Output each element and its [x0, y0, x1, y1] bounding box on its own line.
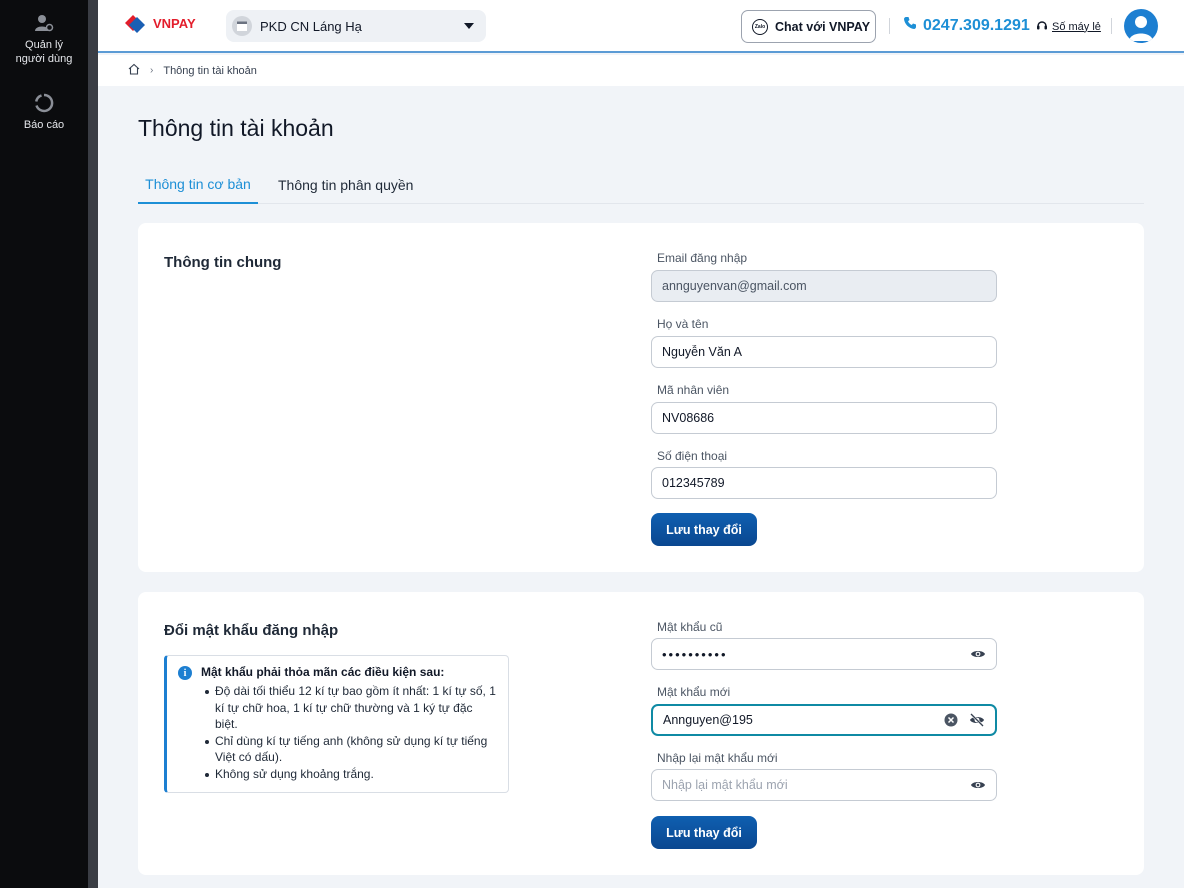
divider — [1111, 18, 1112, 34]
phone-field[interactable]: 012345789 — [651, 467, 997, 499]
hotline-number: 0247.309.1291 — [923, 16, 1030, 34]
chevron-down-icon — [464, 23, 474, 29]
old-password-label: Mật khẩu cũ — [657, 620, 723, 634]
name-field[interactable]: Nguyễn Văn A — [651, 336, 997, 368]
confirm-password-label: Nhập lại mật khẩu mới — [657, 751, 778, 765]
save-password-button[interactable]: Lưu thay đổi — [651, 816, 757, 849]
extension-link[interactable]: Số máy lẻ — [1036, 19, 1101, 34]
confirm-password-field[interactable]: Nhập lại mật khẩu mới — [651, 769, 997, 801]
user-gear-icon — [33, 12, 55, 34]
change-password-title: Đổi mật khẩu đăng nhập — [164, 622, 339, 639]
email-label: Email đăng nhập — [657, 251, 748, 265]
general-info-card: Thông tin chung Email đăng nhập annguyen… — [138, 223, 1144, 572]
sidebar-item-label: Báo cáo — [23, 119, 65, 131]
chat-vnpay-button[interactable]: Zalo Chat với VNPAY — [741, 10, 876, 43]
extension-label: Số máy lẻ — [1052, 20, 1101, 33]
svg-text:VNPAY: VNPAY — [153, 16, 196, 31]
list-item: Không sử dụng khoảng trắng. — [201, 766, 498, 783]
sidebar-item-user-management[interactable]: Quản lý người dùng — [0, 12, 88, 66]
hotline[interactable]: 0247.309.1291 — [903, 16, 1030, 35]
sidebar-divider — [88, 0, 98, 888]
change-password-card: Đổi mật khẩu đăng nhập i Mật khẩu phải t… — [138, 592, 1144, 875]
employee-id-label: Mã nhân viên — [657, 383, 730, 397]
new-password-field[interactable]: Annguyen@195 — [651, 704, 997, 736]
home-icon[interactable] — [128, 63, 140, 78]
sidebar-item-reports[interactable]: Báo cáo — [0, 92, 88, 132]
eye-off-icon[interactable] — [969, 712, 985, 728]
password-rules-list: Độ dài tối thiểu 12 kí tự bao gồm ít nhấ… — [201, 683, 498, 782]
password-rules-box: i Mật khẩu phải thỏa mãn các điều kiện s… — [164, 655, 509, 793]
old-password-field[interactable]: •••••••••• — [651, 638, 997, 670]
phone-label: Số điện thoại — [657, 449, 728, 463]
chevron-right-icon: › — [150, 65, 154, 76]
list-item: Chỉ dùng kí tự tiếng anh (không sử dụng … — [201, 733, 498, 766]
email-field: annguyenvan@gmail.com — [651, 270, 997, 302]
employee-id-field[interactable]: NV08686 — [651, 402, 997, 434]
breadcrumb: › Thông tin tài khoản — [98, 55, 1184, 86]
headset-icon — [1036, 19, 1048, 34]
save-general-button[interactable]: Lưu thay đổi — [651, 513, 757, 546]
eye-icon[interactable] — [970, 646, 986, 662]
tab-bar: Thông tin cơ bản Thông tin phân quyền — [138, 166, 1144, 204]
list-item: Độ dài tối thiểu 12 kí tự bao gồm ít nhấ… — [201, 683, 498, 733]
user-avatar[interactable] — [1124, 9, 1158, 43]
sidebar-item-label: Quản lý người dùng — [15, 39, 73, 65]
page-title: Thông tin tài khoản — [138, 115, 334, 141]
branch-selector[interactable]: PKD CN Láng Hạ — [226, 10, 486, 42]
general-info-title: Thông tin chung — [164, 254, 282, 271]
password-rules-title: Mật khẩu phải thỏa mãn các điều kiện sau… — [201, 665, 445, 679]
tab-permission-info[interactable]: Thông tin phân quyền — [278, 166, 413, 204]
top-bar: VNPAY PKD CN Láng Hạ Zalo Chat với VNPAY… — [98, 0, 1184, 53]
vnpay-logo[interactable]: VNPAY — [122, 11, 208, 39]
clear-icon[interactable] — [943, 712, 959, 728]
tab-basic-info[interactable]: Thông tin cơ bản — [138, 166, 258, 204]
divider — [889, 18, 890, 34]
new-password-label: Mật khẩu mới — [657, 685, 731, 699]
phone-icon — [903, 16, 917, 35]
zalo-icon: Zalo — [752, 18, 768, 35]
app-main: VNPAY PKD CN Láng Hạ Zalo Chat với VNPAY… — [98, 0, 1184, 888]
report-icon — [33, 92, 55, 114]
eye-icon[interactable] — [970, 777, 986, 793]
branch-name: PKD CN Láng Hạ — [260, 18, 362, 34]
name-label: Họ và tên — [657, 317, 709, 331]
store-icon — [232, 16, 252, 36]
info-icon: i — [178, 666, 192, 680]
left-sidebar: Quản lý người dùng Báo cáo — [0, 0, 88, 888]
breadcrumb-current: Thông tin tài khoản — [163, 64, 257, 77]
chat-label: Chat với VNPAY — [775, 19, 871, 34]
